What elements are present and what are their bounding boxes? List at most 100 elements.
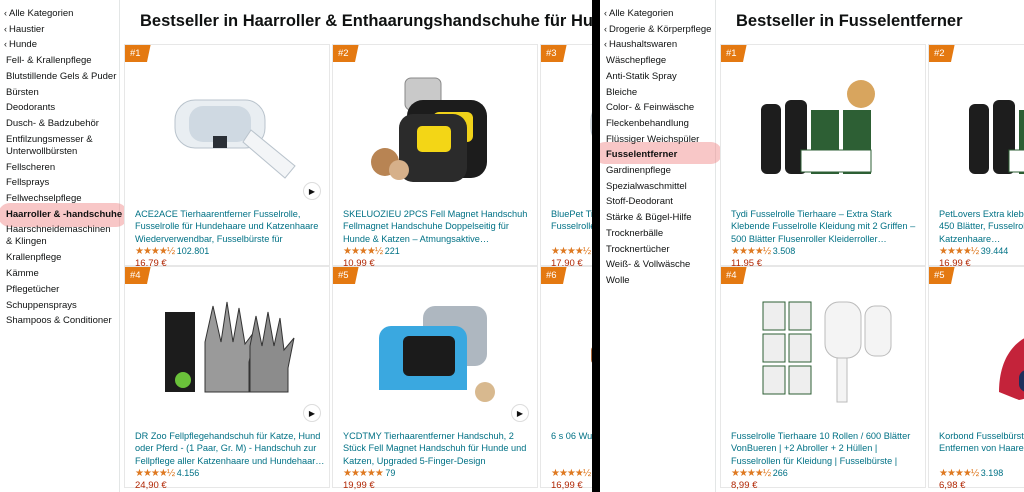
product-card[interactable]: #2 PetLovers Extra klebrige Fusselrolle V… bbox=[928, 44, 1024, 269]
sidebar-item-label: Drogerie & Körperpflege bbox=[609, 23, 712, 35]
sidebar-item[interactable]: ‹ Haushaltswaren bbox=[604, 37, 715, 53]
review-count: 266 bbox=[772, 468, 788, 478]
product-title-link[interactable]: 6 s 06 Wunderbürste… bbox=[551, 430, 592, 468]
product-card[interactable]: #1 ▶ ACE2ACE Tierhaarentferner Fusselrolle… bbox=[124, 44, 330, 269]
sidebar-item[interactable]: Entfilzungsmesser & Unterwollbürsten bbox=[4, 134, 119, 158]
sidebar-item[interactable]: Stoff-Deodorant bbox=[604, 194, 715, 210]
sidebar-item[interactable]: ‹ Haustier bbox=[4, 22, 119, 38]
product-image[interactable] bbox=[135, 289, 325, 419]
rank-badge: #2 bbox=[929, 45, 955, 62]
review-count: 39.444 bbox=[980, 246, 1009, 256]
product-card[interactable]: #5 Korbond Fusselbürste Veloursbürste zum… bbox=[928, 266, 1024, 491]
play-video-icon[interactable]: ▶ bbox=[303, 182, 321, 200]
sidebar-item[interactable]: Deodorants bbox=[4, 100, 119, 116]
product-card[interactable]: #5 ▶ YCDTMY Tierhaarentferner Handschuh, 2… bbox=[332, 266, 538, 491]
sidebar-item[interactable]: Haarschneidemaschinen & Klingen bbox=[4, 224, 119, 248]
sidebar-item[interactable]: Fellwechselpflege bbox=[4, 191, 119, 207]
product-title-link[interactable]: ACE2ACE Tierhaarentferner Fusselrolle, F… bbox=[135, 208, 327, 246]
sidebar-item-label: Trocknerbälle bbox=[606, 227, 664, 239]
sidebar-item-active[interactable]: Fusselentferner bbox=[604, 147, 715, 163]
product-card[interactable]: #1 Tydi Fusselrolle Tierhaare – Extra Sta… bbox=[720, 44, 926, 269]
sidebar-item[interactable]: Spezialwaschmittel bbox=[604, 179, 715, 195]
sidebar-item-label: Shampoos & Conditioner bbox=[6, 315, 112, 327]
product-image[interactable] bbox=[939, 289, 1024, 419]
product-rating[interactable]: ★★★★½ 266 bbox=[731, 468, 788, 479]
brush-icon bbox=[571, 292, 592, 417]
sidebar-item[interactable]: Pflegetücher bbox=[4, 282, 119, 298]
sidebar-item[interactable]: Schuppensprays bbox=[4, 298, 119, 314]
sidebar-item[interactable]: Anti-Statik Spray bbox=[604, 69, 715, 85]
sidebar-item-label: Fellwechselpflege bbox=[6, 193, 82, 205]
panel-divider bbox=[592, 0, 600, 492]
sidebar-item[interactable]: Shampoos & Conditioner bbox=[4, 313, 119, 329]
rank-badge: #1 bbox=[721, 45, 747, 62]
sidebar-item[interactable]: ‹ Alle Kategorien bbox=[4, 6, 119, 22]
sidebar-item[interactable]: Trocknertücher bbox=[604, 242, 715, 258]
product-rating[interactable]: ★★★★½ 39.444 bbox=[939, 246, 1008, 257]
sidebar-item-label: Deodorants bbox=[6, 102, 56, 114]
sidebar-item[interactable]: Wäschepflege bbox=[604, 53, 715, 69]
product-card[interactable]: #2 SKELUOZIEU 2PCS Fell Magnet Handschuh … bbox=[332, 44, 538, 269]
sidebar-item[interactable]: Weiß- & Vollwäsche bbox=[604, 257, 715, 273]
sidebar-item[interactable]: Fleckenbehandlung bbox=[604, 116, 715, 132]
product-title-link[interactable]: DR Zoo Fellpflegehandschuh für Katze, Hu… bbox=[135, 430, 327, 468]
product-title-link[interactable]: SKELUOZIEU 2PCS Fell Magnet Handschuh Fe… bbox=[343, 208, 535, 246]
sidebar-item[interactable]: Kämme bbox=[4, 266, 119, 282]
product-rating[interactable]: ★★★★½ 3.508 bbox=[731, 246, 795, 257]
product-image[interactable] bbox=[551, 67, 592, 197]
product-rating[interactable]: ★★★★★ 79 bbox=[343, 468, 395, 479]
product-image[interactable] bbox=[939, 67, 1024, 197]
product-card[interactable]: #4 Fusselrolle Tierhaare 10 Rollen / 600 … bbox=[720, 266, 926, 491]
product-title-link[interactable]: Tydi Fusselrolle Tierhaare – Extra Stark… bbox=[731, 208, 923, 246]
product-image[interactable] bbox=[343, 67, 533, 197]
sidebar-item[interactable]: Blutstillende Gels & Puder bbox=[4, 69, 119, 85]
product-title-link[interactable]: PetLovers Extra klebrige Fusselrolle Val… bbox=[939, 208, 1024, 246]
product-image[interactable] bbox=[343, 289, 533, 419]
product-image[interactable] bbox=[135, 67, 325, 197]
product-image[interactable] bbox=[551, 289, 592, 419]
sidebar-item[interactable]: Dusch- & Badzubehör bbox=[4, 116, 119, 132]
rank-badge: #5 bbox=[333, 267, 359, 284]
product-image[interactable] bbox=[731, 289, 921, 419]
play-video-icon[interactable]: ▶ bbox=[511, 404, 529, 422]
sidebar-item[interactable]: Flüssiger Weichspüler bbox=[604, 132, 715, 148]
sidebar-item[interactable]: ‹ Hunde bbox=[4, 37, 119, 53]
product-title-link[interactable]: BluePet Tierhaarentferner Wiederverwendb… bbox=[551, 208, 592, 246]
grooming-glove-icon bbox=[155, 292, 305, 417]
category-sidebar: ‹ Alle Kategorien ‹ Haustier ‹ Hunde Fell- & K… bbox=[0, 0, 128, 492]
sidebar-item[interactable]: Stärke & Bügel-Hilfe bbox=[604, 210, 715, 226]
product-rating[interactable]: ★★★★½ 102.801 bbox=[135, 246, 209, 257]
product-title-link[interactable]: YCDTMY Tierhaarentferner Handschuh, 2 St… bbox=[343, 430, 535, 468]
sidebar-item[interactable]: Bleiche bbox=[604, 85, 715, 101]
product-rating[interactable]: ★★★★½ 221 bbox=[343, 246, 400, 257]
sidebar-item[interactable]: Fellsprays bbox=[4, 175, 119, 191]
sidebar-item-active[interactable]: Haarroller & -handschuhe bbox=[4, 207, 122, 223]
sidebar-item-label: Flüssiger Weichspüler bbox=[606, 133, 700, 145]
sidebar-item[interactable]: Bürsten bbox=[4, 85, 119, 101]
product-title-link[interactable]: Korbond Fusselbürste Veloursbürste zum E… bbox=[939, 430, 1024, 468]
sidebar-item[interactable]: Wolle bbox=[604, 273, 715, 289]
sidebar-item[interactable]: Krallenpflege bbox=[4, 250, 119, 266]
product-card[interactable]: #3 BluePet Tierhaarentferner Wiederverwen… bbox=[540, 44, 592, 269]
review-count: 79 bbox=[385, 468, 396, 478]
sidebar-item[interactable]: Gardinenpflege bbox=[604, 163, 715, 179]
sidebar-item-label: Bürsten bbox=[6, 86, 39, 98]
product-image[interactable] bbox=[731, 67, 921, 197]
product-rating[interactable]: ★★★★½ 4.156 bbox=[135, 468, 199, 479]
product-card[interactable]: #4 ▶ DR Zoo Fellpflegehandschuh für Katze,… bbox=[124, 266, 330, 491]
sidebar-item[interactable]: ‹ Alle Kategorien bbox=[604, 6, 715, 22]
product-rating[interactable]: ★★★★½ bbox=[551, 468, 591, 479]
sidebar-item-label: Wolle bbox=[606, 274, 630, 286]
sidebar-item-label: Fusselentferner bbox=[606, 149, 678, 161]
sidebar-item-label: Wäschepflege bbox=[606, 55, 667, 67]
play-video-icon[interactable]: ▶ bbox=[303, 404, 321, 422]
product-rating[interactable]: ★★★★½ 3.198 bbox=[939, 468, 1003, 479]
product-card[interactable]: #6 6 s 06 Wunderbürste…★★★★½ 16,99 € bbox=[540, 266, 592, 491]
sidebar-item[interactable]: Color- & Feinwäsche bbox=[604, 100, 715, 116]
sidebar-item[interactable]: Trocknerbälle bbox=[604, 226, 715, 242]
sidebar-item[interactable]: Fell- & Krallenpflege bbox=[4, 53, 119, 69]
product-rating[interactable]: ★★★★½ bbox=[551, 246, 591, 257]
sidebar-item[interactable]: Fellscheren bbox=[4, 160, 119, 176]
sidebar-item[interactable]: ‹ Drogerie & Körperpflege bbox=[604, 22, 715, 38]
product-title-link[interactable]: Fusselrolle Tierhaare 10 Rollen / 600 Bl… bbox=[731, 430, 923, 468]
